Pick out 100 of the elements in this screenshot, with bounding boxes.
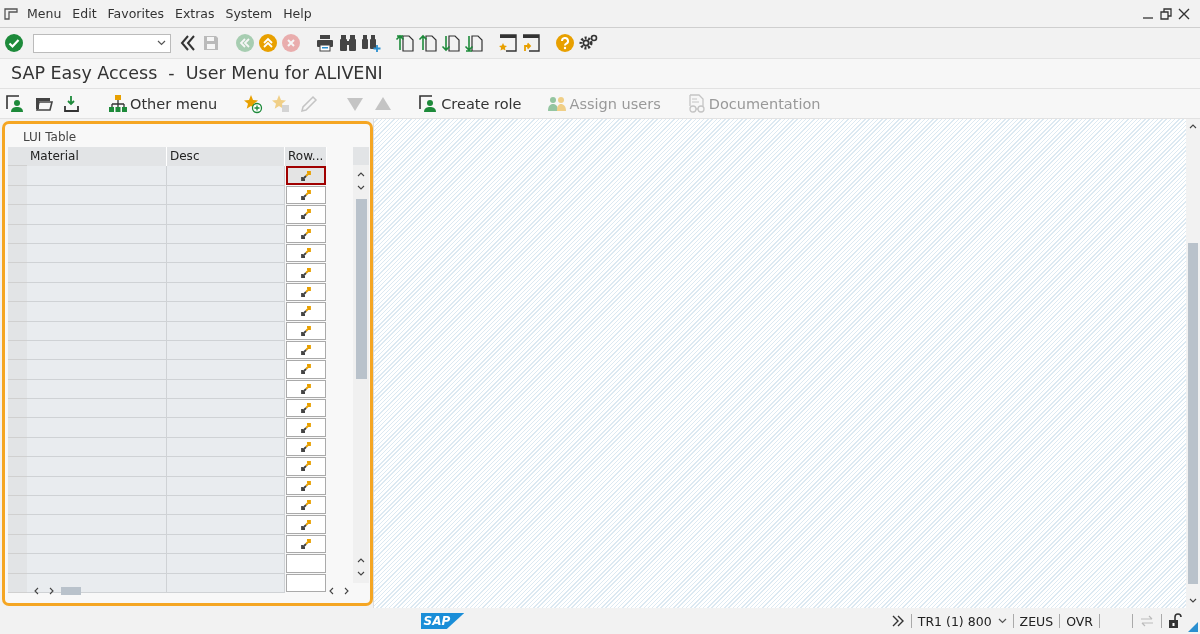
page-down-icon[interactable] xyxy=(441,33,461,53)
table-cell[interactable] xyxy=(27,224,167,244)
binoculars-icon[interactable] xyxy=(338,33,358,53)
column-header[interactable]: Material xyxy=(27,147,167,167)
table-cell[interactable] xyxy=(167,185,285,206)
table-cell[interactable] xyxy=(27,243,167,264)
table-cell[interactable] xyxy=(167,302,285,322)
restore-icon[interactable] xyxy=(1160,7,1172,20)
row-button[interactable] xyxy=(286,263,326,282)
table-cell[interactable] xyxy=(167,515,285,535)
scroll-thumb[interactable] xyxy=(355,199,367,379)
table-cell[interactable] xyxy=(27,340,167,361)
row-selector[interactable] xyxy=(8,302,27,322)
table-cell[interactable] xyxy=(27,496,167,516)
insert-mode[interactable]: OVR xyxy=(1066,613,1093,629)
table-cell[interactable] xyxy=(167,437,285,458)
table-cell[interactable] xyxy=(27,205,167,225)
inbox-icon[interactable] xyxy=(62,93,82,114)
scroll-right-icon[interactable] xyxy=(344,587,350,595)
page-up-icon[interactable] xyxy=(418,33,438,53)
table-cell[interactable] xyxy=(27,321,167,341)
table-cell[interactable] xyxy=(27,263,167,283)
scroll-up-icon[interactable] xyxy=(357,557,365,563)
row-button[interactable] xyxy=(286,360,326,379)
table-cell[interactable] xyxy=(167,282,285,303)
table-cell[interactable] xyxy=(167,340,285,361)
scroll-right-icon[interactable] xyxy=(49,587,55,595)
row-selector[interactable] xyxy=(8,554,27,574)
scroll-left-icon[interactable] xyxy=(33,587,39,595)
table-cell[interactable] xyxy=(167,379,285,400)
row-selector[interactable] xyxy=(8,515,27,535)
table-cell[interactable] xyxy=(167,166,285,186)
table-cell[interactable] xyxy=(167,360,285,380)
table-cell[interactable] xyxy=(167,418,285,438)
page-up-icon[interactable] xyxy=(395,33,415,53)
table-cell[interactable] xyxy=(167,321,285,341)
table-cell[interactable] xyxy=(27,399,167,419)
row-button[interactable] xyxy=(286,166,326,185)
padlock-icon[interactable] xyxy=(1168,613,1182,629)
table-cell[interactable] xyxy=(167,243,285,264)
row-selector[interactable] xyxy=(8,360,27,380)
table-cell[interactable] xyxy=(27,554,167,574)
double-chevron-icon[interactable] xyxy=(890,615,905,627)
menu-item[interactable]: Extras xyxy=(175,6,215,21)
row-selector[interactable] xyxy=(8,496,27,516)
printer-icon[interactable] xyxy=(315,33,335,53)
table-cell[interactable] xyxy=(27,282,167,303)
table-cell[interactable] xyxy=(167,457,285,477)
menu-icon[interactable] xyxy=(4,7,18,20)
page-down-icon[interactable] xyxy=(464,33,484,53)
row-selector[interactable] xyxy=(8,457,27,477)
transfer-arrows-icon[interactable] xyxy=(1139,615,1155,627)
menu-item[interactable]: Favorites xyxy=(107,6,164,21)
row-button[interactable] xyxy=(286,399,326,418)
row-button[interactable] xyxy=(286,302,326,321)
scroll-down-icon[interactable] xyxy=(357,571,365,577)
row-selector[interactable] xyxy=(8,263,27,283)
enter-icon[interactable] xyxy=(4,33,24,53)
table-cell[interactable] xyxy=(167,399,285,419)
row-button[interactable] xyxy=(286,205,326,224)
table-cell[interactable] xyxy=(27,379,167,400)
table-cell[interactable] xyxy=(27,515,167,535)
menu-item[interactable]: Edit xyxy=(72,6,97,21)
toolbar-button[interactable]: Other menu xyxy=(108,93,218,114)
row-button[interactable] xyxy=(286,457,326,476)
table-cell[interactable] xyxy=(27,437,167,458)
user-menu-icon[interactable] xyxy=(6,93,26,114)
table-cell[interactable] xyxy=(27,418,167,438)
command-field[interactable] xyxy=(33,33,171,53)
vertical-scrollbar[interactable] xyxy=(353,147,369,583)
scroll-down-icon[interactable] xyxy=(1189,598,1197,604)
resize-grip-icon[interactable] xyxy=(1188,622,1198,632)
system-info[interactable]: TR1 (1) 800 xyxy=(917,613,1007,629)
table-cell[interactable] xyxy=(167,205,285,225)
table-cell[interactable] xyxy=(167,554,285,574)
row-selector[interactable] xyxy=(8,205,27,225)
table-cell[interactable] xyxy=(167,496,285,516)
scroll-left-icon[interactable] xyxy=(328,587,334,595)
scroll-thumb[interactable] xyxy=(61,587,81,595)
row-button[interactable] xyxy=(286,496,326,515)
scroll-up-icon[interactable] xyxy=(357,171,365,177)
table-cell[interactable] xyxy=(27,185,167,206)
table-cell[interactable] xyxy=(167,263,285,283)
row-button[interactable] xyxy=(286,418,326,437)
window-star-icon[interactable] xyxy=(498,33,518,53)
menu-item[interactable]: Menu xyxy=(27,6,62,21)
column-header[interactable]: Desc xyxy=(167,147,285,167)
table-cell[interactable] xyxy=(167,573,285,593)
table-cell[interactable] xyxy=(27,360,167,380)
row-selector-header[interactable] xyxy=(8,147,27,167)
table-cell[interactable] xyxy=(27,302,167,322)
scroll-thumb[interactable] xyxy=(1188,243,1198,584)
table-cell[interactable] xyxy=(27,166,167,186)
toolbar-button[interactable]: Create role xyxy=(419,93,522,114)
table-cell[interactable] xyxy=(27,476,167,497)
row-selector[interactable] xyxy=(8,166,27,186)
row-selector[interactable] xyxy=(8,399,27,419)
row-button[interactable] xyxy=(286,515,326,534)
exit-icon[interactable] xyxy=(258,33,278,53)
table-cell[interactable] xyxy=(27,534,167,555)
